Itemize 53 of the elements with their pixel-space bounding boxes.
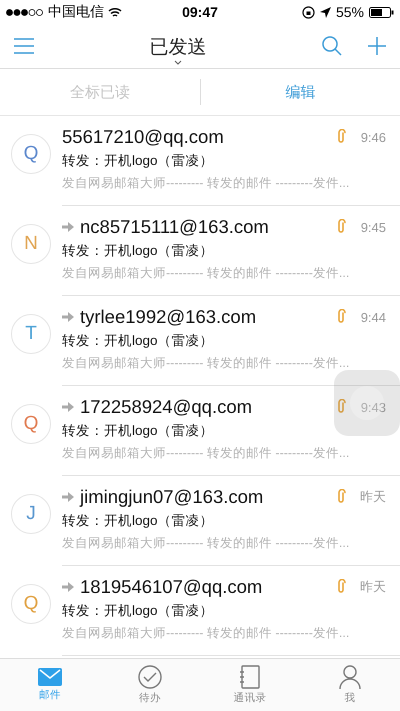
tab-bar-item[interactable]: 通讯录 <box>200 659 300 711</box>
avatar: Q <box>11 134 51 174</box>
wifi-icon <box>108 6 122 18</box>
message-preview: 发自网易邮箱大师--------- 转发的邮件 ---------发件... <box>62 445 350 462</box>
message-time: 昨天 <box>359 578 386 596</box>
battery-percent: 55% <box>336 4 364 20</box>
message-preview: 发自网易邮箱大师--------- 转发的邮件 ---------发件... <box>62 355 350 372</box>
message-preview: 发自网易邮箱大师--------- 转发的邮件 ---------发件... <box>62 535 350 552</box>
status-time: 09:47 <box>182 4 218 20</box>
battery-icon <box>369 6 394 18</box>
rotation-lock-icon <box>302 6 315 18</box>
avatar: T <box>11 314 51 354</box>
screen-title[interactable]: 已发送 <box>150 34 206 60</box>
address-book-icon <box>240 665 260 689</box>
signal-strength-icon <box>6 8 44 16</box>
message-preview: 发自网易邮箱大师--------- 转发的邮件 ---------发件... <box>62 265 350 282</box>
checkmark-circle-icon <box>138 665 162 689</box>
chevron-down-icon[interactable] <box>174 60 182 64</box>
avatar: J <box>11 494 51 534</box>
tab-bar-item[interactable]: 邮件 <box>0 659 100 711</box>
sender-address: 1819546107@qq.com <box>80 576 264 598</box>
search-icon[interactable] <box>322 36 342 56</box>
assistive-touch-button[interactable] <box>334 370 400 436</box>
message-preview: 发自网易邮箱大师--------- 转发的邮件 ---------发件... <box>62 175 350 192</box>
tab-bar-item[interactable]: 待办 <box>100 659 200 711</box>
tab-bar-item[interactable]: 我 <box>300 659 400 711</box>
message-time: 9:45 <box>360 220 386 234</box>
message-time: 9:43 <box>360 400 386 414</box>
message-time: 昨天 <box>359 488 386 506</box>
location-arrow-icon <box>320 6 331 18</box>
message-time: 9:46 <box>360 130 386 144</box>
message-subject: 转发：开机logo（雷凌） <box>62 602 215 620</box>
person-icon <box>339 665 361 689</box>
sender-address: nc85715111@163.com <box>80 216 270 238</box>
message-subject: 转发：开机logo（雷凌） <box>62 332 215 350</box>
avatar: Q <box>11 584 51 624</box>
plus-icon[interactable] <box>368 37 386 55</box>
message-subject: 转发：开机logo（雷凌） <box>62 422 215 440</box>
sender-address: 55617210@qq.com <box>62 126 225 148</box>
menu-icon[interactable] <box>14 38 34 54</box>
sender-address: 172258924@qq.com <box>80 396 254 418</box>
envelope-icon <box>38 668 62 686</box>
message-preview: 发自网易邮箱大师--------- 转发的邮件 ---------发件... <box>62 625 350 642</box>
message-subject: 转发：开机logo（雷凌） <box>62 242 215 260</box>
message-subject: 转发：开机logo（雷凌） <box>62 152 215 170</box>
sender-address: tyrlee1992@163.com <box>80 306 258 328</box>
message-time: 9:44 <box>360 310 386 324</box>
carrier-name: 中国电信 <box>48 3 104 21</box>
sender-address: jimingjun07@163.com <box>80 486 264 508</box>
avatar: N <box>11 224 51 264</box>
avatar: Q <box>11 404 51 444</box>
action-button[interactable]: 编辑 <box>200 69 400 115</box>
message-subject: 转发：开机logo（雷凌） <box>62 512 215 530</box>
